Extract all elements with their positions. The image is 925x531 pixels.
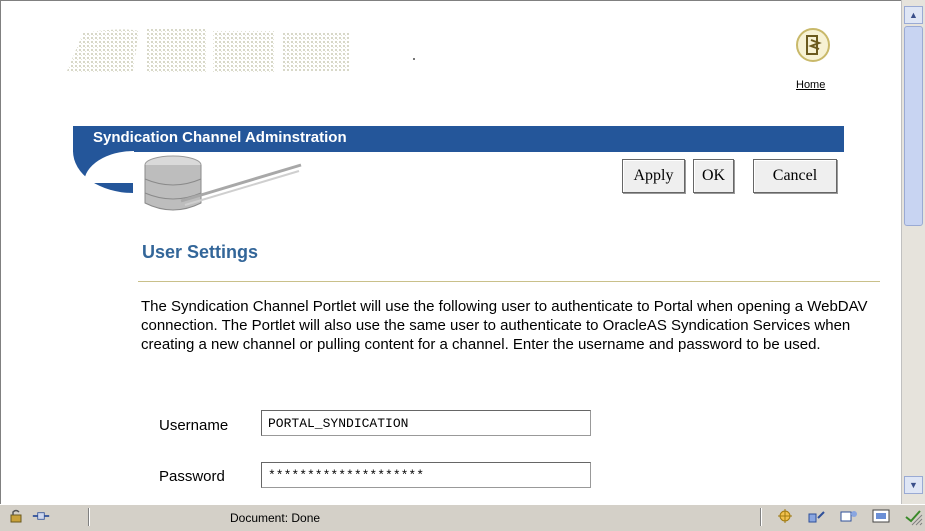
status-bar: Document: Done xyxy=(0,504,925,528)
logo-image xyxy=(63,25,353,77)
status-window-icon xyxy=(872,509,890,523)
decorative-dot xyxy=(413,58,415,60)
home-icon[interactable] xyxy=(796,28,830,62)
apply-button[interactable]: Apply xyxy=(622,159,685,193)
status-text: Document: Done xyxy=(230,511,321,525)
scroll-down-icon[interactable]: ▼ xyxy=(904,476,923,494)
status-transfer-icon xyxy=(808,509,826,523)
scroll-thumb[interactable] xyxy=(904,26,923,226)
status-left-icons xyxy=(8,509,50,523)
home-link[interactable]: Home xyxy=(796,79,825,91)
resize-grip[interactable] xyxy=(909,512,923,526)
page-viewport: Home Syndication Channel Adminstration A… xyxy=(0,0,901,504)
password-field[interactable] xyxy=(261,462,591,488)
ok-button[interactable]: OK xyxy=(693,159,734,193)
section-description: The Syndication Channel Portlet will use… xyxy=(141,298,868,353)
status-zone-icon xyxy=(776,509,794,523)
connection-icon xyxy=(32,509,50,523)
vertical-scrollbar[interactable]: ▲ ▼ xyxy=(901,0,925,504)
lock-icon xyxy=(8,509,26,523)
status-separator xyxy=(760,508,761,526)
section-title: User Settings xyxy=(142,242,259,262)
scroll-up-icon[interactable]: ▲ xyxy=(904,6,923,24)
status-icons xyxy=(776,509,922,523)
cancel-button[interactable]: Cancel xyxy=(753,159,837,193)
username-field[interactable] xyxy=(261,410,591,436)
username-label: Username xyxy=(159,417,229,434)
password-label: Password xyxy=(159,468,225,485)
status-privacy-icon xyxy=(840,509,858,523)
page-title: Syndication Channel Adminstration xyxy=(93,129,347,146)
status-separator xyxy=(88,508,89,526)
section-divider xyxy=(138,281,880,282)
database-icon xyxy=(141,151,311,226)
